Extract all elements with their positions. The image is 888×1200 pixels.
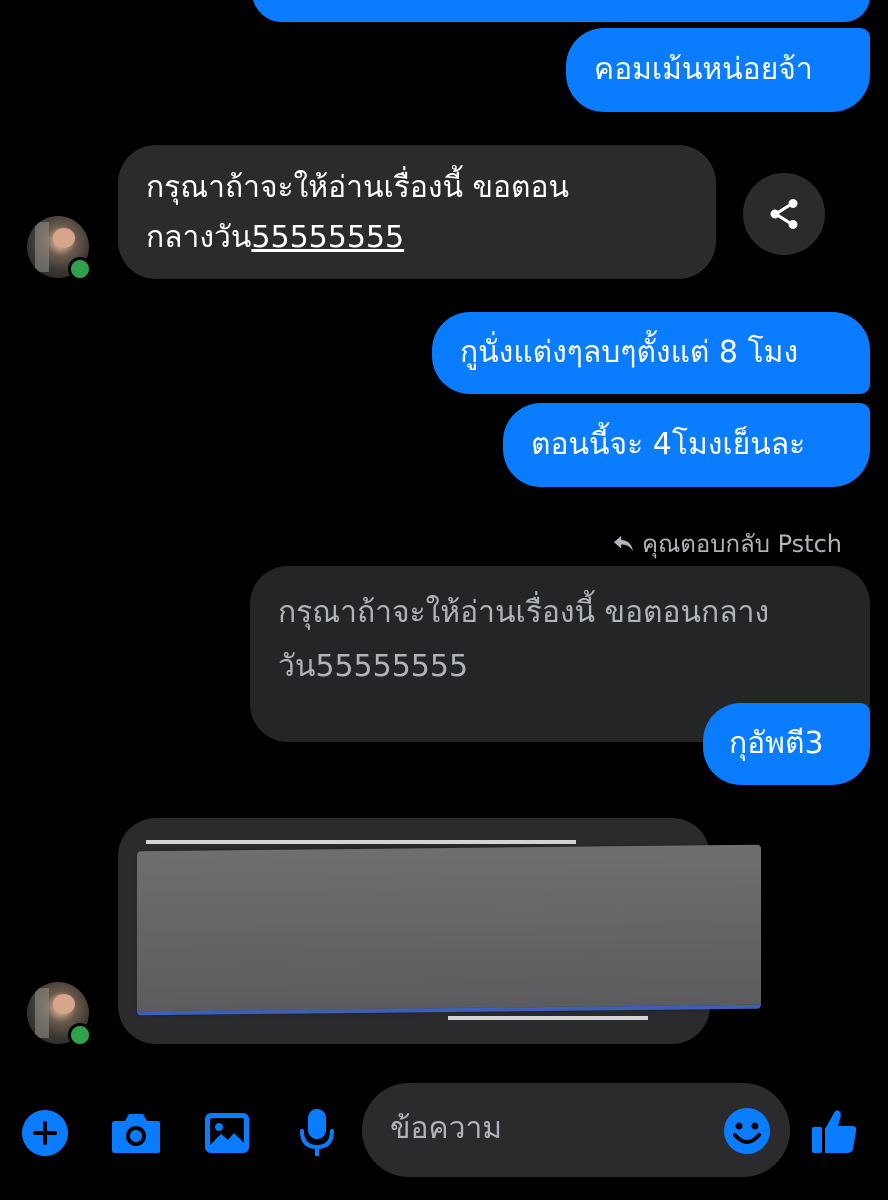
like-button[interactable] [806, 1104, 862, 1160]
message-text: ตอนนี้จะ 4โมงเย็นละ [531, 427, 806, 462]
outgoing-message[interactable]: กูนั่งแต่งๆลบๆตั้งแต่ 8 โมง [432, 312, 870, 394]
share-icon [770, 199, 798, 229]
outgoing-message[interactable]: คอมเม้นหน่อยจ้า [566, 28, 870, 112]
message-text: กุอัพตี3 [729, 726, 824, 761]
image-icon [205, 1113, 249, 1153]
quoted-text-line: กรุณาถ้าจะให้อ่านเรื่องนี้ ขอตอนกลาง [278, 595, 770, 630]
message-text-line: กลางวัน55555555 [146, 213, 688, 263]
online-status-dot [68, 257, 92, 281]
message-text-line: กรุณาถ้าจะให้อ่านเรื่องนี้ ขอตอน [146, 170, 570, 205]
outgoing-message[interactable]: ตอนนี้จะ 4โมงเย็นละ [503, 403, 870, 487]
message-input[interactable]: ข้อความ [362, 1083, 790, 1177]
reply-arrow-icon [613, 535, 633, 551]
outgoing-message-partial[interactable] [252, 0, 870, 22]
reply-label-text: คุณตอบกลับ Pstch [641, 530, 842, 558]
camera-button[interactable] [108, 1106, 164, 1160]
microphone-icon [300, 1109, 334, 1156]
avatar[interactable] [27, 216, 92, 281]
camera-icon [112, 1114, 160, 1153]
emoji-button[interactable] [722, 1106, 772, 1156]
phone-number-link[interactable]: 55555555 [251, 220, 404, 255]
mic-button[interactable] [292, 1104, 342, 1162]
message-text: กูนั่งแต่งๆลบๆตั้งแต่ 8 โมง [460, 335, 799, 370]
message-text: คอมเม้นหน่อยจ้า [594, 52, 813, 87]
avatar[interactable] [27, 982, 92, 1047]
thumbs-up-icon [812, 1110, 857, 1153]
quoted-text-line: วัน55555555 [278, 649, 469, 684]
emoji-icon [724, 1108, 770, 1154]
share-button[interactable] [743, 173, 825, 255]
message-text: กลางวัน [146, 220, 252, 255]
plus-circle-icon [22, 1110, 68, 1156]
gallery-button[interactable] [200, 1106, 254, 1160]
message-input-placeholder: ข้อความ [390, 1111, 503, 1146]
add-button[interactable] [18, 1106, 72, 1160]
online-status-dot [68, 1023, 92, 1047]
redaction-box [137, 844, 761, 1012]
outgoing-message[interactable]: กุอัพตี3 [703, 703, 870, 785]
reply-label: คุณตอบกลับ Pstch [612, 524, 842, 563]
incoming-message[interactable]: กรุณาถ้าจะให้อ่านเรื่องนี้ ขอตอน กลางวัน… [118, 145, 716, 279]
